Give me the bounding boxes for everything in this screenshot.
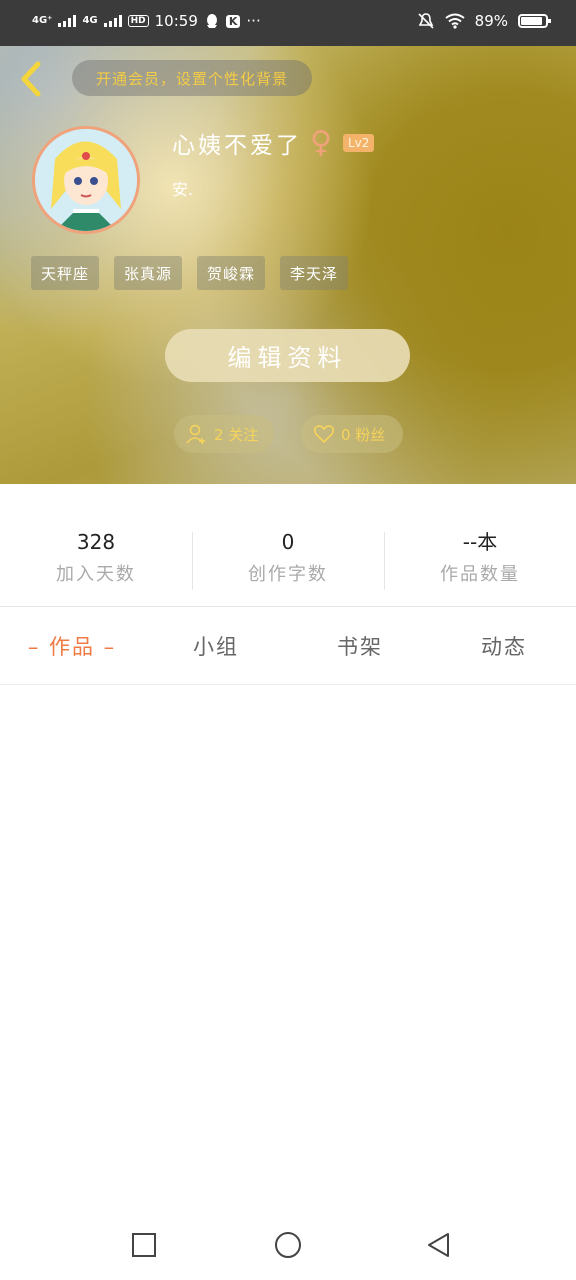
tab-bookshelf[interactable]: 书架 bbox=[288, 607, 432, 685]
stat-label: 作品数量 bbox=[440, 564, 520, 585]
clock: 10:59 bbox=[154, 12, 198, 30]
stat-join-days: 328 加入天数 bbox=[0, 528, 192, 592]
avatar[interactable] bbox=[32, 126, 140, 234]
more-icon: ··· bbox=[246, 12, 261, 30]
tab-bar: – 作品 – 小组 书架 动态 bbox=[0, 607, 576, 685]
tag-item[interactable]: 贺峻霖 bbox=[197, 256, 266, 290]
stat-value: 0 bbox=[281, 530, 295, 554]
back-icon[interactable] bbox=[424, 1230, 454, 1260]
stat-label: 创作字数 bbox=[248, 564, 328, 585]
battery-percent: 89% bbox=[474, 12, 508, 30]
signature: 安. bbox=[172, 180, 194, 199]
recent-apps-icon[interactable] bbox=[129, 1230, 159, 1260]
stat-value: 328 bbox=[76, 530, 116, 554]
hd-icon: HD bbox=[127, 15, 149, 27]
edit-profile-button[interactable]: 编辑资料 bbox=[165, 329, 410, 382]
system-nav-bar bbox=[0, 1210, 576, 1280]
female-icon: ♀ bbox=[310, 125, 335, 160]
tag-item[interactable]: 天秤座 bbox=[31, 256, 100, 290]
home-icon[interactable] bbox=[273, 1230, 303, 1260]
tag-item[interactable]: 李天泽 bbox=[280, 256, 349, 290]
signal-4g-plus: 4G⁺ bbox=[32, 15, 53, 26]
avatar-image bbox=[35, 129, 137, 231]
mute-bell-icon bbox=[418, 13, 434, 29]
heart-icon bbox=[313, 425, 335, 444]
k-app-icon: K bbox=[225, 14, 241, 28]
follow-text: 2 关注 bbox=[214, 425, 259, 444]
fans-button[interactable]: 0 粉丝 bbox=[301, 415, 403, 453]
tag-list: 天秤座 张真源 贺峻霖 李天泽 bbox=[31, 256, 349, 290]
back-arrow-icon[interactable] bbox=[14, 58, 48, 100]
stats-row: 328 加入天数 0 创作字数 --本 作品数量 bbox=[0, 528, 576, 592]
stat-word-count: 0 创作字数 bbox=[192, 528, 384, 592]
stat-works-count: --本 作品数量 bbox=[384, 528, 576, 592]
vip-banner[interactable]: 开通会员，设置个性化背景 bbox=[72, 60, 312, 96]
tag-item[interactable]: 张真源 bbox=[114, 256, 183, 290]
username: 心姨不爱了 bbox=[172, 133, 302, 159]
qq-icon bbox=[206, 14, 217, 28]
profile-header: 开通会员，设置个性化背景 心姨不爱了 ♀ Lv2 安. 天秤座 张真源 贺峻霖 … bbox=[0, 46, 576, 484]
tab-works[interactable]: – 作品 – bbox=[0, 607, 144, 685]
level-badge: Lv2 bbox=[342, 134, 375, 152]
divider bbox=[0, 684, 576, 685]
tab-activity[interactable]: 动态 bbox=[432, 607, 576, 685]
signal-4g: 4G bbox=[82, 15, 98, 26]
battery-icon bbox=[518, 14, 551, 28]
tab-groups[interactable]: 小组 bbox=[144, 607, 288, 685]
username-row: 心姨不爱了 ♀ Lv2 bbox=[172, 125, 375, 160]
signal-bars-icon bbox=[58, 15, 77, 27]
wifi-icon bbox=[445, 13, 465, 29]
status-bar: 4G⁺ 4G HD 10:59 K ··· 89% bbox=[0, 0, 576, 46]
stat-label: 加入天数 bbox=[56, 564, 136, 585]
stat-value: --本 bbox=[462, 530, 498, 554]
signal-bars-icon bbox=[103, 15, 122, 27]
fans-text: 0 粉丝 bbox=[341, 425, 386, 444]
user-plus-icon bbox=[186, 424, 205, 444]
follow-button[interactable]: 2 关注 bbox=[174, 415, 274, 453]
